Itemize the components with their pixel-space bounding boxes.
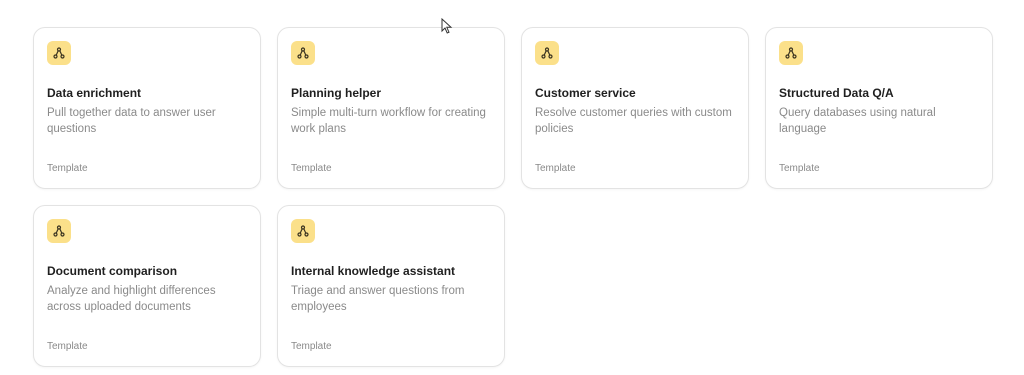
card-title: Planning helper bbox=[291, 86, 382, 100]
card-title: Data enrichment bbox=[47, 86, 142, 100]
template-card-data-enrichment[interactable]: Data enrichment Pull together data to an… bbox=[33, 27, 261, 189]
template-card-structured-data-qa[interactable]: Structured Data Q/A Query databases usin… bbox=[765, 27, 993, 189]
card-title: Customer service bbox=[535, 86, 636, 100]
workflow-icon bbox=[535, 41, 559, 65]
template-card-internal-knowledge-assistant[interactable]: Internal knowledge assistant Triage and … bbox=[277, 205, 505, 367]
card-tag: Template bbox=[291, 341, 332, 352]
card-description: Simple multi-turn workflow for creating … bbox=[291, 107, 486, 135]
card-tag: Template bbox=[291, 163, 332, 174]
template-card-customer-service[interactable]: Customer service Resolve customer querie… bbox=[521, 27, 749, 189]
card-tag: Template bbox=[47, 163, 88, 174]
card-title: Internal knowledge assistant bbox=[291, 264, 456, 278]
workflow-icon bbox=[291, 41, 315, 65]
workflow-icon bbox=[47, 41, 71, 65]
workflow-icon bbox=[47, 219, 71, 243]
workflow-icon bbox=[779, 41, 803, 65]
card-tag: Template bbox=[779, 163, 820, 174]
mouse-cursor-icon bbox=[441, 18, 453, 34]
template-grid: Data enrichment Pull together data to an… bbox=[33, 27, 993, 367]
workflow-icon bbox=[291, 219, 315, 243]
card-description: Analyze and highlight differences across… bbox=[47, 285, 216, 313]
card-tag: Template bbox=[535, 163, 576, 174]
template-card-document-comparison[interactable]: Document comparison Analyze and highligh… bbox=[33, 205, 261, 367]
template-card-planning-helper[interactable]: Planning helper Simple multi-turn workfl… bbox=[277, 27, 505, 189]
card-tag: Template bbox=[47, 341, 88, 352]
card-description: Triage and answer questions from employe… bbox=[291, 285, 465, 313]
card-title: Structured Data Q/A bbox=[779, 86, 894, 100]
card-title: Document comparison bbox=[47, 264, 178, 278]
card-description: Query databases using natural language bbox=[779, 107, 936, 135]
card-description: Pull together data to answer user questi… bbox=[47, 107, 216, 135]
card-description: Resolve customer queries with custom pol… bbox=[535, 107, 732, 135]
